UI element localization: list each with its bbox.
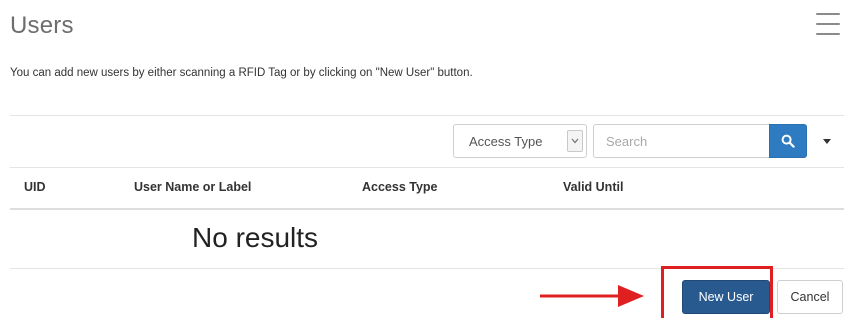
divider xyxy=(10,115,844,116)
empty-table-message: No results xyxy=(192,222,319,253)
column-header-access-type[interactable]: Access Type xyxy=(362,180,438,194)
users-page: Users You can add new users by either sc… xyxy=(0,0,844,318)
new-user-button[interactable]: New User xyxy=(682,280,770,314)
search-input[interactable] xyxy=(593,124,770,158)
page-title: Users xyxy=(10,12,74,39)
menu-bar xyxy=(816,23,840,25)
caret-dropdown-button[interactable] xyxy=(813,124,841,158)
caret-down-icon xyxy=(823,138,831,144)
cancel-button[interactable]: Cancel xyxy=(777,280,843,314)
column-header-uid[interactable]: UID xyxy=(24,180,46,194)
magnifier-icon xyxy=(781,134,795,148)
column-header-user-name[interactable]: User Name or Label xyxy=(134,180,251,194)
instructions-text: You can add new users by either scanning… xyxy=(10,67,473,79)
access-type-label: Access Type xyxy=(469,133,543,149)
column-header-valid-until[interactable]: Valid Until xyxy=(563,180,623,194)
right-arrow-icon xyxy=(540,285,644,307)
access-type-select[interactable]: Access Type xyxy=(453,124,587,158)
menu-bar xyxy=(816,33,840,35)
table-header: UID User Name or Label Access Type Valid… xyxy=(10,168,844,208)
hamburger-menu-icon[interactable] xyxy=(816,13,840,35)
menu-bar xyxy=(816,13,840,15)
divider xyxy=(10,208,844,210)
search-button[interactable] xyxy=(769,124,807,158)
chevron-down-icon[interactable] xyxy=(567,130,583,152)
